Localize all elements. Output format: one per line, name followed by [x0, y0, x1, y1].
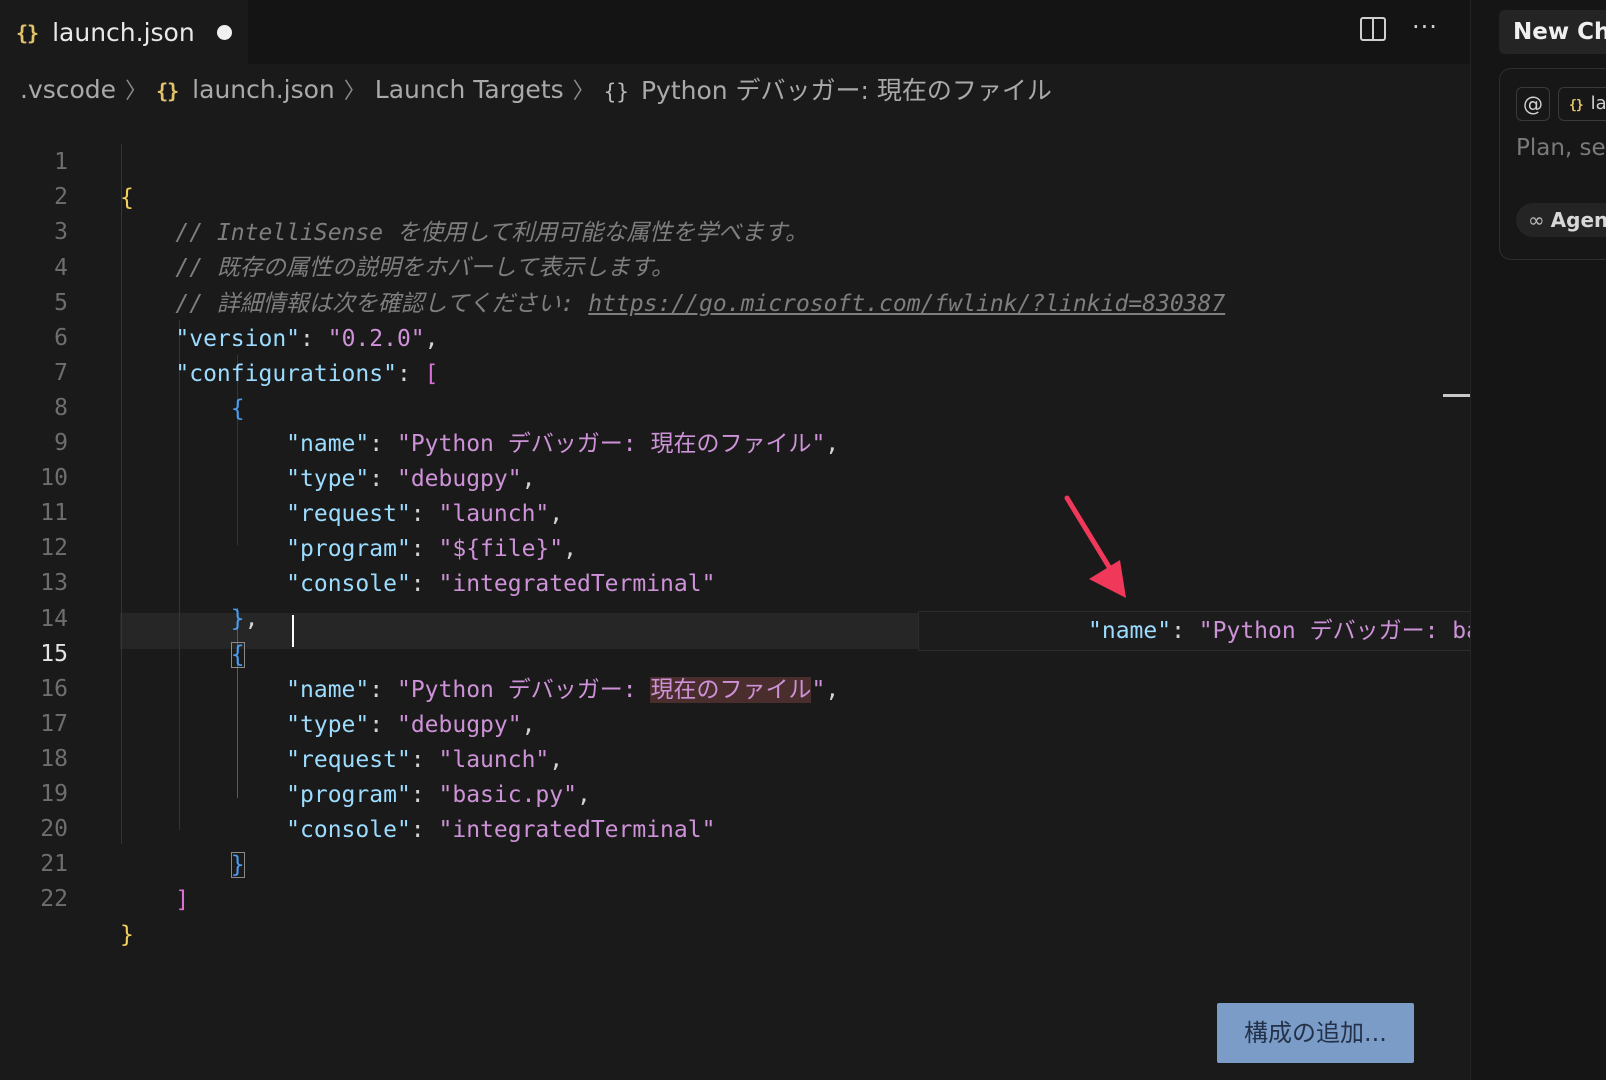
code-line: 20 } [0, 775, 1470, 878]
code-line: 21 ] [0, 810, 1470, 913]
breadcrumb-item-launch-targets[interactable]: Launch Targets [375, 75, 564, 104]
context-file-label: launch.json [1590, 93, 1606, 114]
json-file-icon: {} [156, 78, 179, 103]
brace-close: } [120, 922, 134, 948]
json-file-icon: {} [1569, 98, 1584, 113]
mention-button[interactable]: @ [1516, 87, 1550, 121]
breadcrumb-item-config[interactable]: {} Python デバッガー: 現在のファイル [604, 71, 1052, 107]
code-line: 22 } [0, 845, 1470, 948]
agent-mode-label: Agent [1550, 208, 1606, 232]
split-editor-icon [1360, 17, 1386, 41]
code-line: 4 // 詳細情報は次を確認してください: https://go.microso… [0, 214, 1470, 317]
code-line: 13 }, [0, 529, 1470, 632]
line-number: 22 [40, 886, 68, 912]
code-line: 18 "program": "basic.py", [0, 705, 1470, 808]
more-actions-button[interactable]: ··· [1410, 12, 1440, 42]
code-line: 19 "console": "integratedTerminal" [0, 740, 1470, 843]
infinity-icon: ∞ [1528, 208, 1545, 232]
code-line: 10 "request": "launch", [0, 424, 1470, 527]
chat-tab-new-chat[interactable]: New Chat [1499, 10, 1606, 54]
editor-pane: {} launch.json ··· .vscode 〉 {} launch.js… [0, 0, 1568, 1080]
bracket-close: ] [175, 887, 190, 913]
editor-tab-bar: {} launch.json ··· [0, 0, 1470, 65]
agent-mode-selector[interactable]: ∞Agent [1516, 203, 1606, 237]
code-line: 6 "configurations": [ [0, 284, 1470, 387]
chevron-right-icon: 〉 [125, 79, 148, 104]
code-line: 3 // 既存の属性の説明をホバーして表示します。 [0, 178, 1470, 281]
breadcrumb-item-launch-json[interactable]: {} launch.json [156, 75, 335, 104]
code-line: 5 "version": "0.2.0", [0, 249, 1470, 352]
code-line: 8 "name": "Python デバッガー: 現在のファイル", [0, 354, 1470, 457]
chevron-right-icon: 〉 [343, 79, 366, 104]
tab-launch-json[interactable]: {} launch.json [0, 0, 248, 65]
unsaved-dot-icon[interactable] [216, 25, 232, 40]
json-key: "name" [1088, 618, 1172, 644]
code-line: 11 "program": "${file}", [0, 459, 1470, 562]
code-line: 17 "request": "launch", [0, 670, 1470, 773]
app-window: {} launch.json ··· .vscode 〉 {} launch.js… [0, 0, 1606, 1080]
object-icon: {} [603, 80, 629, 104]
breadcrumb-label: Python デバッガー: 現在のファイル [640, 76, 1052, 105]
context-file-chip[interactable]: {} launch.json [1558, 87, 1606, 121]
text-cursor [292, 615, 294, 647]
breadcrumb-item-vscode[interactable]: .vscode [20, 75, 116, 104]
tab-title: launch.json [52, 18, 195, 47]
code-line: 7 { [0, 319, 1470, 422]
json-file-icon: {} [16, 20, 39, 45]
code-line: 12 "console": "integratedTerminal" [0, 494, 1470, 597]
code-line: 2 // IntelliSense を使用して利用可能な属性を学べます。 [0, 143, 1470, 246]
code-line: 9 "type": "debugpy", [0, 389, 1470, 492]
breadcrumb-label: launch.json [192, 74, 335, 104]
code-line: 1 { [0, 108, 1470, 211]
chat-panel: New Chat @ {} launch.json Plan, search, b… [1470, 0, 1606, 1080]
code-line: 14 { [0, 565, 1470, 668]
split-editor-button[interactable] [1359, 15, 1387, 43]
scroll-position-marker [1443, 394, 1471, 397]
breadcrumb: .vscode 〉 {} launch.json 〉 Launch Targets… [20, 70, 1052, 108]
chat-composer: @ {} launch.json Plan, search, build anyt… [1499, 68, 1606, 260]
chevron-right-icon: 〉 [572, 79, 595, 104]
chat-input[interactable]: Plan, search, build anything [1516, 135, 1606, 161]
add-configuration-button[interactable]: 構成の追加... [1217, 1003, 1414, 1063]
